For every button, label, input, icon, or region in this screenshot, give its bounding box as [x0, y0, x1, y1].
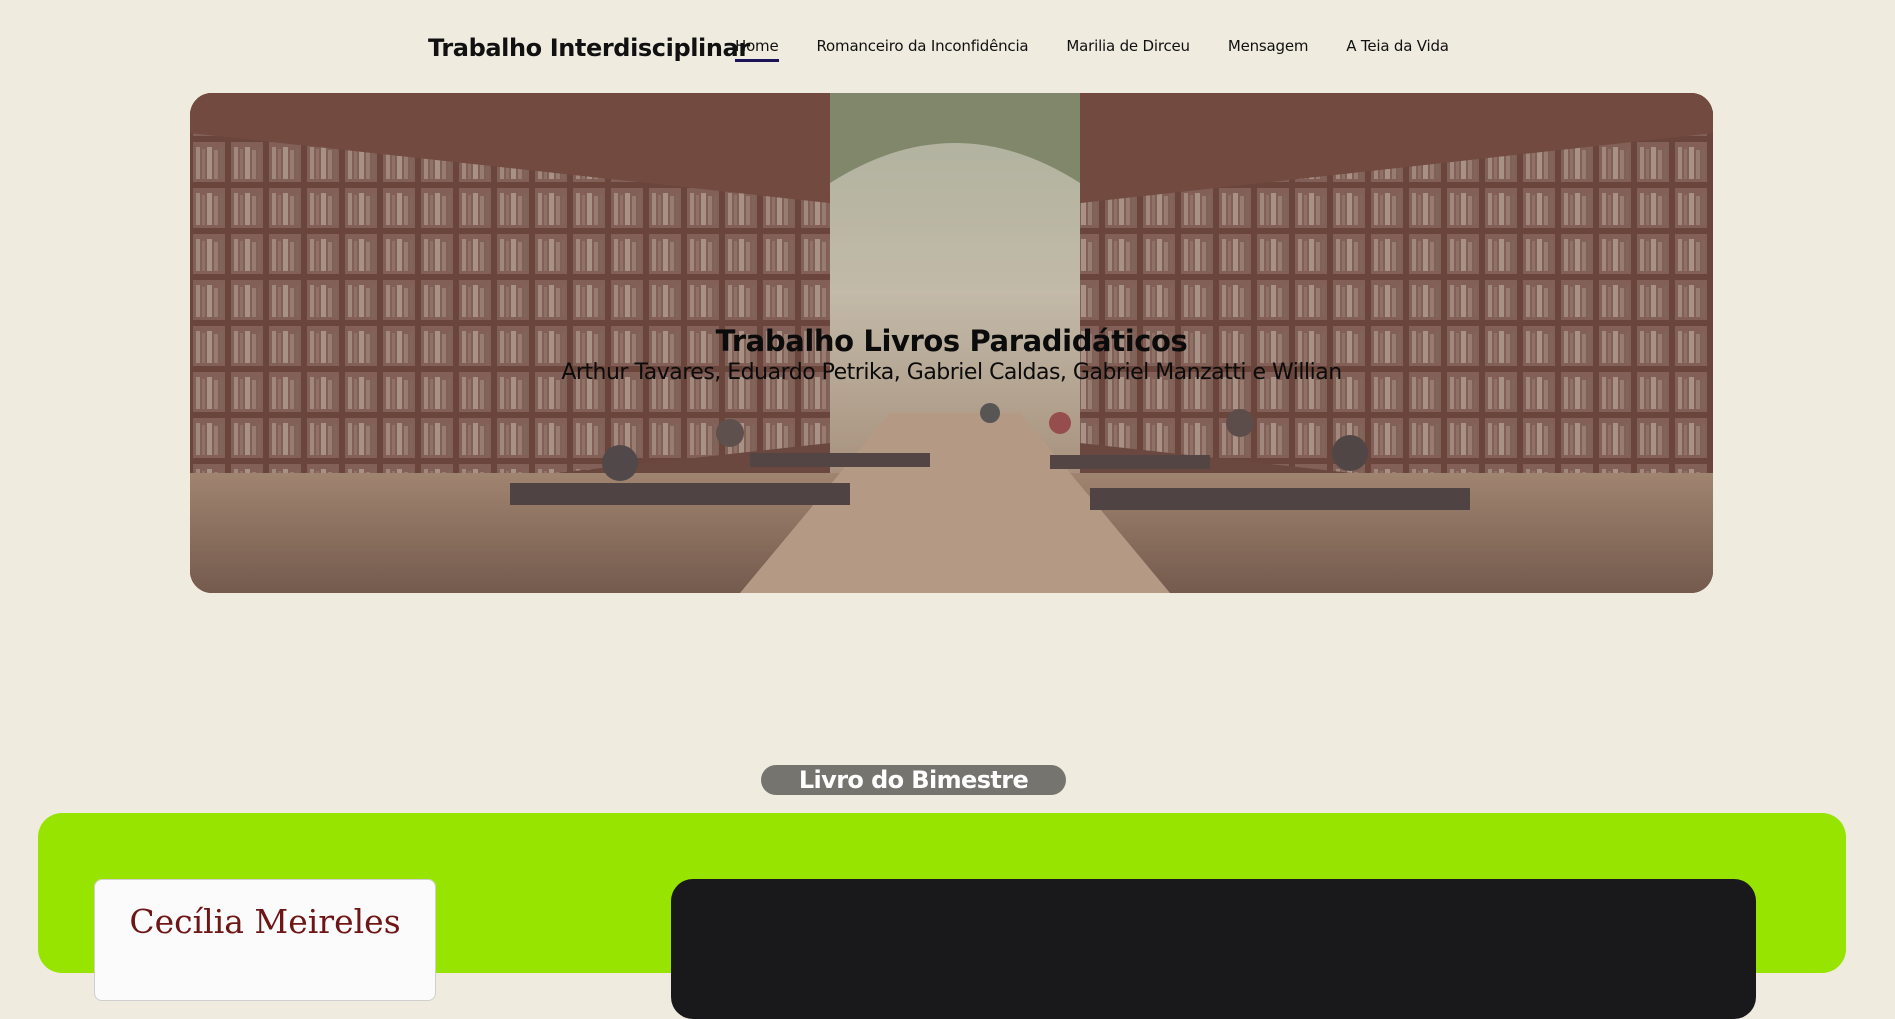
section-title-pill: Livro do Bimestre [761, 765, 1066, 795]
main-nav: Home Romanceiro da Inconfidência Marilia… [735, 37, 1487, 62]
nav-link-home[interactable]: Home [735, 37, 779, 62]
book-cover-image: Cecília Meireles [94, 879, 436, 1001]
site-brand[interactable]: Trabalho Interdisciplinar [428, 34, 750, 62]
book-of-bimester-panel: Cecília Meireles [38, 813, 1846, 1019]
book-cover-author: Cecília Meireles [129, 902, 401, 941]
hero-subtitle: Arthur Tavares, Eduardo Petrika, Gabriel… [561, 360, 1342, 385]
video-embed[interactable] [671, 879, 1756, 1019]
nav-link-mensagem[interactable]: Mensagem [1228, 37, 1309, 62]
hero-title: Trabalho Livros Paradidáticos [715, 324, 1188, 358]
hero-banner: Trabalho Livros Paradidáticos Arthur Tav… [190, 93, 1713, 593]
nav-link-teia-da-vida[interactable]: A Teia da Vida [1346, 37, 1449, 62]
top-navbar: Trabalho Interdisciplinar Home Romanceir… [0, 0, 1895, 92]
nav-link-marilia[interactable]: Marilia de Dirceu [1066, 37, 1190, 62]
nav-link-romanceiro[interactable]: Romanceiro da Inconfidência [817, 37, 1029, 62]
